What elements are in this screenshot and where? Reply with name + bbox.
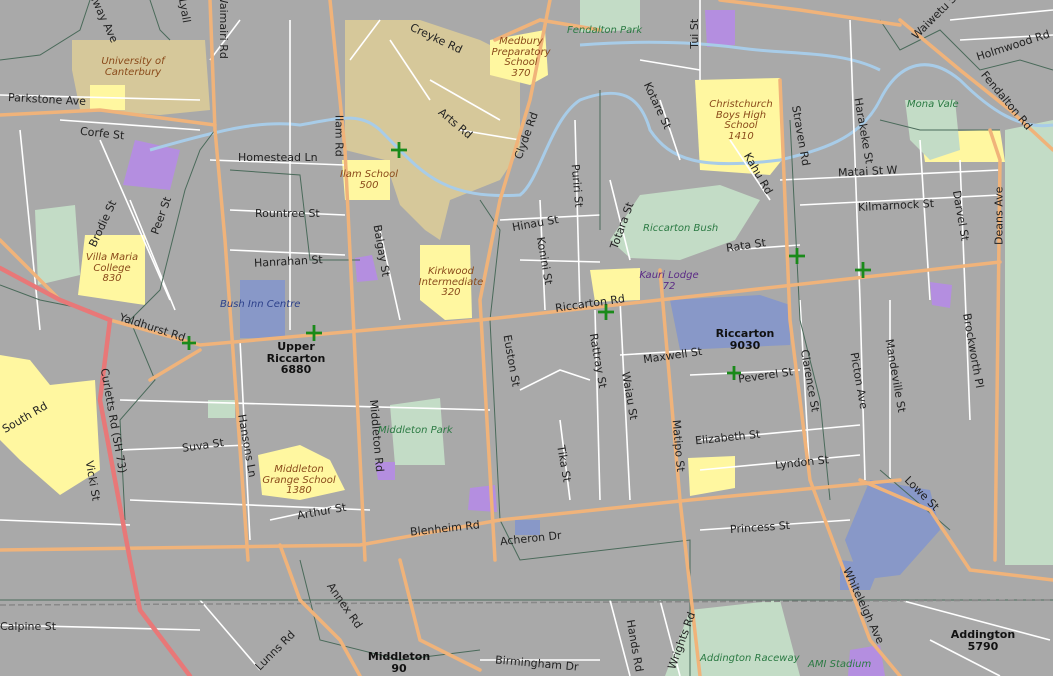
school-name: Medbury Preparatory School <box>491 36 551 68</box>
street-label: Puriri St <box>568 163 586 208</box>
school-name: Ilam School <box>340 169 398 180</box>
street-label: Lyall <box>175 0 194 24</box>
school-roll: 830 <box>102 273 122 284</box>
park-area <box>1005 120 1053 565</box>
suburb-label: Upper Riccarton 6880 <box>261 341 331 376</box>
shopping-centre-label: Bush Inn Centre <box>220 299 301 310</box>
street-label: Rountree St <box>255 207 320 220</box>
school-roll: 500 <box>359 179 379 191</box>
school-name: Kirkwood Intermediate <box>418 266 484 288</box>
school-label: Christchurch Boys High School 1410 <box>701 99 781 142</box>
street-label: Deans Ave <box>992 186 1006 245</box>
church-area <box>705 10 735 47</box>
park-label: Addington Raceway <box>700 653 800 664</box>
church-area <box>930 282 952 308</box>
school-area <box>688 456 735 496</box>
park-area <box>35 205 80 285</box>
street-label: Calpine St <box>0 620 57 633</box>
school-label: Ilam School 500 <box>340 169 398 191</box>
school-roll: 1380 <box>286 485 312 496</box>
street-label: Tui St <box>688 18 702 49</box>
suburb-population: 90 <box>391 661 407 675</box>
suburb-population: 9030 <box>729 338 761 352</box>
school-label: Villa Maria College 830 <box>82 252 142 285</box>
street-label: Ilam Rd <box>332 114 346 157</box>
school-name: Middleton Grange School <box>262 464 336 486</box>
park-label: Fendalton Park <box>567 25 643 36</box>
church-area <box>123 140 180 190</box>
school-name: University of Canterbury <box>101 56 165 78</box>
school-roll: 370 <box>511 67 531 79</box>
suburb-name: Upper Riccarton <box>266 340 326 365</box>
railway-line <box>0 599 1053 606</box>
church-area <box>355 255 378 282</box>
school-name: Villa Maria College <box>85 252 139 274</box>
school-label: Medbury Preparatory School 370 <box>486 36 556 79</box>
school-roll: 1410 <box>728 130 754 142</box>
park-label: AMI Stadium <box>808 659 872 670</box>
lodge-name: Kauri Lodge <box>639 270 699 281</box>
lodge-label: Kauri Lodge 72 <box>639 270 699 292</box>
park-label: Middleton Park <box>378 425 453 436</box>
suburb-label: Riccarton 9030 <box>716 328 775 351</box>
map-canvas[interactable]: Solway Ave Waimairi Rd Creyke Rd Tui St … <box>0 0 1053 676</box>
street-label: Matai St W <box>837 163 898 180</box>
school-label: Kirkwood Intermediate 320 <box>416 266 486 299</box>
street-label: Homestead Ln <box>238 151 318 164</box>
park-label: Riccarton Bush <box>643 223 719 234</box>
university-label: University of Canterbury <box>93 56 173 78</box>
suburb-population: 6880 <box>280 363 312 377</box>
school-name: Christchurch Boys High School <box>709 99 773 131</box>
river-branch <box>579 40 881 72</box>
suburb-population: 5790 <box>967 639 999 653</box>
street-label: Waimairi Rd <box>216 0 230 59</box>
lodge-roll: 72 <box>662 280 676 292</box>
park-label: Mona Vale <box>907 99 959 110</box>
suburb-label: Addington 5790 <box>951 629 1015 652</box>
suburb-label: Middleton 90 <box>368 651 430 674</box>
school-label: Middleton Grange School 1380 <box>259 464 339 497</box>
school-roll: 320 <box>441 287 461 298</box>
